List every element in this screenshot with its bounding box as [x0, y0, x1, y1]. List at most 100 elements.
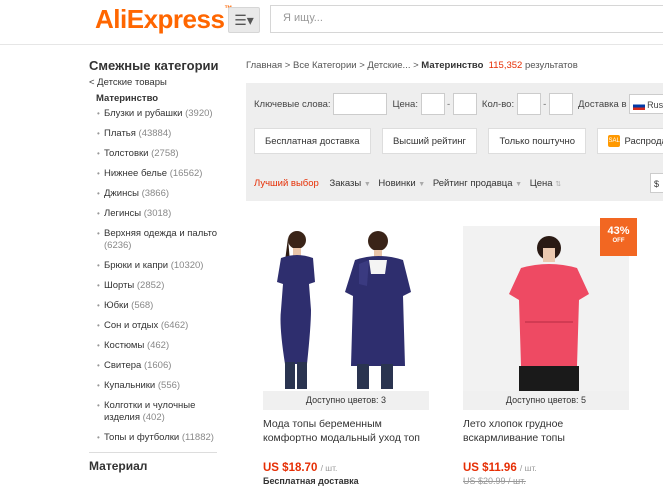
sidebar-category-item[interactable]: Брюки и капри (10320) [89, 260, 219, 272]
free-shipping-filter[interactable]: Бесплатная доставка [254, 128, 371, 154]
aliexpress-logo[interactable]: AliExpress™ [95, 4, 232, 35]
divider [89, 452, 217, 453]
sidebar-category-item[interactable]: Толстовки (2758) [89, 148, 219, 160]
search-input[interactable]: Я ищу... [270, 5, 663, 33]
category-count: (2852) [136, 280, 165, 291]
category-count: (43884) [138, 128, 172, 139]
sort-newest-label: Новинки [378, 178, 416, 189]
sort-best-match[interactable]: Лучший выбор [254, 178, 319, 189]
sidebar-category-item[interactable]: Свитера (1606) [89, 360, 219, 372]
current-category: Материнство [96, 93, 159, 104]
qty-label: Кол-во: [481, 98, 515, 110]
search-placeholder: Я ищу... [283, 12, 323, 24]
category-label: Свитера [104, 360, 142, 371]
product-image[interactable] [263, 226, 429, 391]
sidebar-category-item[interactable]: Купальники (556) [89, 380, 219, 392]
category-label: Топы и футболки [104, 432, 180, 443]
product-card[interactable]: 43% OFF Доступно цветов: 5 Лето хлопок г… [463, 218, 637, 486]
sidebar-category-item[interactable]: Юбки (568) [89, 300, 219, 312]
price-min-input[interactable] [420, 93, 445, 115]
top-bar: AliExpress™ ☰▾ Я ищу... [0, 0, 663, 45]
top-rated-filter[interactable]: Высший рейтинг [381, 128, 477, 154]
category-label: Сон и отдых [104, 320, 159, 331]
sort-seller-rating[interactable]: Рейтинг продавца ▼ [433, 178, 522, 189]
sort-seller-label: Рейтинг продавца [432, 178, 513, 189]
categories-menu-button[interactable]: ☰▾ [228, 7, 260, 33]
category-label: Шорты [104, 280, 135, 291]
category-label: Брюки и капри [104, 260, 169, 271]
category-label: Толстовки [104, 148, 149, 159]
category-count: (462) [146, 340, 170, 351]
sale-filter-label: Распродажа [624, 136, 663, 147]
logo-text: AliExpress [95, 4, 225, 34]
category-label: Костюмы [104, 340, 145, 351]
qty-min-input[interactable] [516, 93, 541, 115]
category-label: Купальники [104, 380, 156, 391]
category-count: (10320) [170, 260, 204, 271]
sidebar-category-item[interactable]: Костюмы (462) [89, 340, 219, 352]
category-count: (3018) [143, 208, 172, 219]
menu-icon: ☰▾ [234, 12, 254, 28]
price-value: US $18.70 [263, 462, 318, 474]
single-piece-filter[interactable]: Только поштучно [488, 128, 586, 154]
product-title[interactable]: Лето хлопок грудное вскармливание топы [463, 417, 629, 445]
sort-arrow-icon: ▼ [515, 181, 523, 188]
sidebar-category-item[interactable]: Нижнее белье (16562) [89, 168, 219, 180]
material-section-title[interactable]: Материал [89, 459, 219, 473]
available-colors: Доступно цветов: 5 [463, 391, 629, 410]
product-image[interactable]: 43% OFF [463, 218, 637, 391]
discount-percent: 43% [607, 225, 630, 237]
sidebar-category-item[interactable]: Шорты (2852) [89, 280, 219, 292]
sort-orders-label: Заказы [329, 178, 362, 189]
sort-arrow-icon: ▼ [363, 181, 371, 188]
sidebar-category-item[interactable]: Блузки и рубашки (3920) [89, 108, 219, 120]
breadcrumb-current: Материнство [421, 60, 484, 71]
category-label: Юбки [104, 300, 129, 311]
sort-price-label: Цена [529, 178, 553, 189]
free-shipping-label: Бесплатная доставка [263, 476, 359, 486]
product-title[interactable]: Мода топы беременным комфортно модальный… [263, 417, 429, 445]
category-count: (11882) [181, 432, 214, 443]
category-label: Верхняя одежда и пальто [104, 228, 217, 239]
category-count: (402) [142, 412, 165, 423]
sort-newest[interactable]: Новинки ▼ [378, 178, 425, 189]
sidebar-category-item[interactable]: Платья (43884) [89, 128, 219, 140]
sidebar-category-item[interactable]: Сон и отдых (6462) [89, 320, 219, 332]
deliver-country-select[interactable]: Russ [629, 94, 663, 114]
sidebar-title: Смежные категории [89, 58, 219, 73]
price-max-input[interactable] [452, 93, 477, 115]
category-label: Нижнее белье [104, 168, 168, 179]
sale-filter[interactable]: SALEРаспродажа [597, 128, 663, 154]
deliver-label: Доставка в [578, 98, 627, 110]
results-label: результатов [524, 60, 578, 71]
breadcrumb-path[interactable]: Главная > Все Категории > Детские... > [246, 60, 419, 71]
range-dash: - [543, 98, 547, 110]
sidebar-category-item[interactable]: Топы и футболки (11882) [89, 432, 219, 444]
back-category-link[interactable]: < Детские товары [89, 77, 219, 88]
results-count: 115,352 [488, 60, 523, 71]
sort-row: Лучший выбор Заказы ▼ Новинки ▼ Рейтинг … [254, 178, 566, 189]
price-unit: / шт. [320, 463, 338, 473]
category-count: (3866) [141, 188, 170, 199]
sidebar-category-item[interactable]: Верхняя одежда и пальто (6236) [89, 228, 219, 252]
sidebar-category-item[interactable]: Колготки и чулочные изделия (402) [89, 400, 219, 424]
sidebar-category-item[interactable]: Джинсы (3866) [89, 188, 219, 200]
category-count: (568) [131, 300, 154, 311]
sort-price[interactable]: Цена ⇅ [530, 178, 561, 189]
discount-off-label: OFF [612, 238, 625, 244]
sort-orders[interactable]: Заказы ▼ [329, 178, 370, 189]
sidebar-category-item[interactable]: Легинсы (3018) [89, 208, 219, 220]
product-card[interactable]: Доступно цветов: 3 Мода топы беременным … [263, 226, 429, 486]
category-count: (556) [157, 380, 181, 391]
currency-select[interactable]: $ [650, 173, 663, 193]
category-list: Блузки и рубашки (3920) Платья (43884) Тол… [89, 108, 219, 444]
price-unit: / шт. [519, 463, 537, 473]
keywords-input[interactable] [333, 93, 388, 115]
qty-max-input[interactable] [548, 93, 573, 115]
old-price: US $20.99 / шт. [463, 476, 526, 486]
category-count: (3920) [185, 108, 213, 119]
sale-icon: SALE [608, 135, 624, 148]
price-value: US $11.96 [463, 462, 517, 474]
category-label: Блузки и рубашки [104, 108, 183, 119]
available-colors: Доступно цветов: 3 [263, 391, 429, 410]
